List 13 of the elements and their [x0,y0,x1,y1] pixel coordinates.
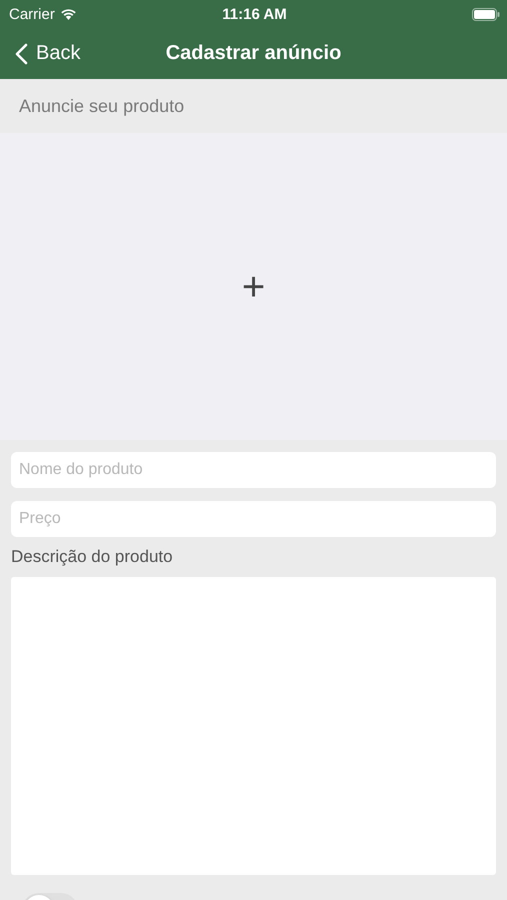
add-photo-button[interactable]: + [242,266,266,306]
battery-icon [472,8,500,20]
input-field[interactable]: Preço [11,501,496,537]
photo-area[interactable]: + [0,133,507,440]
status-time: 11:16 AM [222,6,287,22]
back-button[interactable]: Back [0,42,80,65]
chevron-left-icon [15,42,28,64]
wifi-icon [60,8,77,20]
screen-title: Cadastrar anúncio [166,42,342,65]
input-field[interactable]: Nome do produto [11,452,496,488]
carrier-label: Carrier [9,6,55,22]
section-header: Anuncie seu produto [19,96,184,116]
description-label: Descrição do produto [11,547,174,567]
